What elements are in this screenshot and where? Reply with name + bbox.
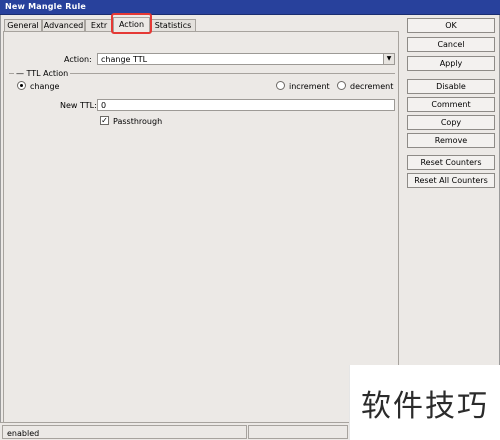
title-bar[interactable]: New Mangle Rule <box>0 0 500 15</box>
action-select[interactable]: change TTL ▼ <box>97 53 395 65</box>
reset-counters-button[interactable]: Reset Counters <box>407 155 495 170</box>
cancel-button[interactable]: Cancel <box>407 37 495 52</box>
radio-increment-label: increment <box>289 82 330 91</box>
radio-decrement[interactable] <box>337 81 346 90</box>
new-ttl-input[interactable]: 0 <box>97 99 395 111</box>
action-panel: Action: change TTL ▼ — TTL Action change… <box>3 31 399 427</box>
passthrough-label: Passthrough <box>113 117 163 126</box>
watermark-logo: 软件技巧 <box>349 365 500 440</box>
radio-decrement-label: decrement <box>350 82 394 91</box>
status-text: enabled <box>7 429 40 438</box>
action-select-value: change TTL <box>101 55 148 64</box>
new-ttl-value: 0 <box>101 101 107 110</box>
chevron-down-icon[interactable]: ▼ <box>383 54 394 64</box>
tab-statistics[interactable]: Statistics <box>150 19 196 31</box>
apply-button[interactable]: Apply <box>407 56 495 71</box>
remove-button[interactable]: Remove <box>407 133 495 148</box>
ttl-group-bullet: — <box>16 69 27 78</box>
action-label: Action: <box>64 55 92 64</box>
tab-general[interactable]: General <box>4 19 42 31</box>
ttl-group-title: TTL Action <box>26 69 69 78</box>
window-title: New Mangle Rule <box>5 2 87 11</box>
status-cell-state: enabled <box>2 425 247 439</box>
radio-change[interactable] <box>17 81 26 90</box>
tab-action[interactable]: Action <box>113 17 150 32</box>
radio-change-label: change <box>30 82 60 91</box>
tab-extra[interactable]: Extr <box>85 19 113 31</box>
disable-button[interactable]: Disable <box>407 79 495 94</box>
new-ttl-label: New TTL: <box>60 101 97 110</box>
ttl-group-label: — TTL Action <box>14 69 71 78</box>
tab-advanced[interactable]: Advanced <box>42 19 85 31</box>
passthrough-checkbox[interactable]: ✓ <box>100 116 109 125</box>
comment-button[interactable]: Comment <box>407 97 495 112</box>
status-cell-empty <box>248 425 348 439</box>
reset-all-counters-button[interactable]: Reset All Counters <box>407 173 495 188</box>
copy-button[interactable]: Copy <box>407 115 495 130</box>
radio-increment[interactable] <box>276 81 285 90</box>
checkmark-icon: ✓ <box>101 116 108 125</box>
ok-button[interactable]: OK <box>407 18 495 33</box>
